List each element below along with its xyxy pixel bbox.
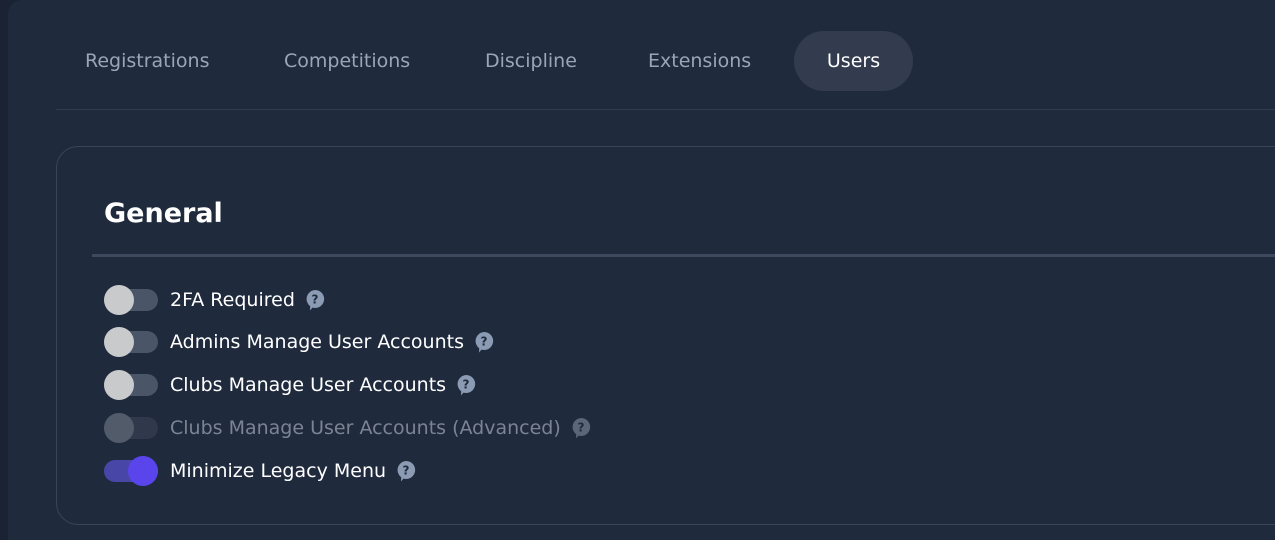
setting-minimize-legacy-menu: Minimize Legacy Menu ? bbox=[104, 456, 416, 486]
tab-bar: Registrations Competitions Discipline Ex… bbox=[56, 30, 1275, 110]
svg-text:?: ? bbox=[480, 335, 487, 349]
tab-registrations[interactable]: Registrations bbox=[85, 31, 209, 91]
card-divider bbox=[92, 254, 1275, 257]
toggle-clubs-manage-user-accounts[interactable] bbox=[104, 370, 158, 400]
toggle-knob bbox=[104, 285, 134, 315]
svg-text:?: ? bbox=[403, 464, 410, 478]
setting-label: 2FA Required bbox=[170, 289, 295, 311]
toggle-admins-manage-user-accounts[interactable] bbox=[104, 327, 158, 357]
toggle-2fa-required[interactable] bbox=[104, 285, 158, 315]
question-bubble-icon[interactable]: ? bbox=[456, 374, 476, 396]
svg-text:?: ? bbox=[577, 421, 584, 435]
svg-text:?: ? bbox=[311, 293, 318, 307]
toggle-knob bbox=[104, 327, 134, 357]
question-bubble-icon[interactable]: ? bbox=[305, 289, 325, 311]
setting-clubs-manage-user-accounts-advanced: Clubs Manage User Accounts (Advanced) ? bbox=[104, 413, 591, 443]
setting-clubs-manage-user-accounts: Clubs Manage User Accounts ? bbox=[104, 370, 476, 400]
toggle-clubs-manage-user-accounts-advanced bbox=[104, 413, 158, 443]
setting-2fa-required: 2FA Required ? bbox=[104, 285, 325, 315]
tab-discipline[interactable]: Discipline bbox=[485, 31, 577, 91]
tab-users[interactable]: Users bbox=[794, 31, 913, 91]
toggle-knob bbox=[128, 456, 158, 486]
question-bubble-icon[interactable]: ? bbox=[571, 417, 591, 439]
setting-label: Clubs Manage User Accounts bbox=[170, 374, 447, 396]
setting-label: Admins Manage User Accounts bbox=[170, 331, 464, 353]
toggle-knob bbox=[104, 370, 134, 400]
question-bubble-icon[interactable]: ? bbox=[396, 460, 416, 482]
toggle-minimize-legacy-menu[interactable] bbox=[104, 456, 158, 486]
card-title: General bbox=[104, 198, 223, 229]
question-bubble-icon[interactable]: ? bbox=[474, 331, 494, 353]
setting-label: Minimize Legacy Menu bbox=[170, 460, 387, 482]
tab-extensions[interactable]: Extensions bbox=[648, 31, 751, 91]
tab-competitions[interactable]: Competitions bbox=[284, 31, 410, 91]
svg-text:?: ? bbox=[463, 378, 470, 392]
toggle-knob bbox=[104, 413, 134, 443]
setting-label: Clubs Manage User Accounts (Advanced) bbox=[170, 417, 561, 439]
setting-admins-manage-user-accounts: Admins Manage User Accounts ? bbox=[104, 327, 494, 357]
